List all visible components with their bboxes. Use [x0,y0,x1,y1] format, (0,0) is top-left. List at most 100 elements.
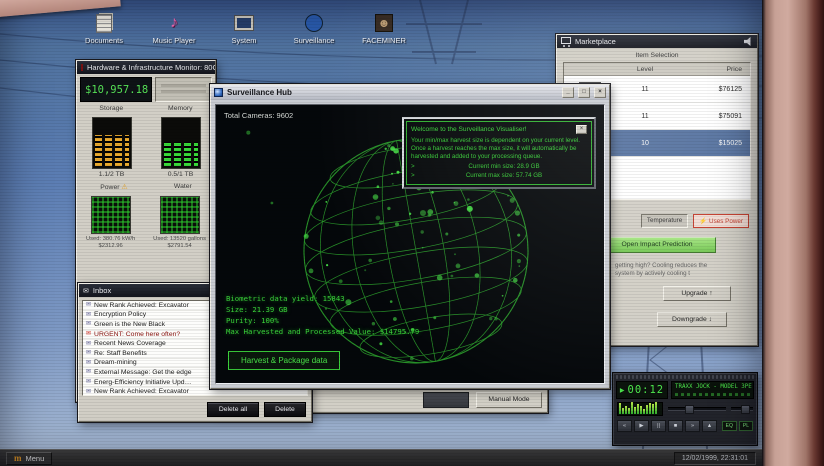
crt-monitor: Documents ♪ Music Player System Surveill… [0,0,824,466]
harvest-value: Max Harvested and Processed Value: $1479… [226,326,419,337]
desktop-icon-documents[interactable]: Documents [76,12,132,45]
water-cost: $2791.54 [168,243,192,249]
memory-value: 0.5/1 TB [161,171,201,178]
eject-button[interactable]: ▲ [702,420,717,432]
mail-icon: ✉ [86,341,91,347]
track-time-display: ▶ 00:12 [616,381,668,399]
icon-label: Music Player [146,36,202,45]
marketplace-title: Marketplace [575,37,740,46]
visualiser-welcome-popup: Welcome to the Surveillance Visualiser! … [402,117,596,189]
track-title-display: TRAXX JOCK - MODEL 3PE (3:4 [671,381,754,399]
open-impact-prediction-button[interactable]: Open Impact Prediction [598,237,716,253]
mail-icon: ✉ [86,389,91,395]
volume-slider[interactable] [668,407,726,411]
current-max-size-line: > Current max size: 57.74 GB [411,172,587,179]
current-min-size-line: > Current min size: 28.9 GB [411,163,587,170]
mail-icon: ✉ [86,379,91,385]
speaker-icon[interactable] [744,37,753,46]
bitrate-readout [675,393,750,396]
desktop-icon-surveillance[interactable]: Surveillance [286,12,342,45]
close-button[interactable]: × [594,87,606,98]
menu-button[interactable]: m Menu [6,452,52,465]
bolt-icon: ⚡ [699,217,707,225]
power-warning-icon: ⚠ [121,184,127,191]
harvest-stats-readout: Biometric data yield: 15843 Size: 21.39 … [226,293,419,337]
total-cameras-readout: Total Cameras: 9602 [224,111,293,120]
equalizer-toggle[interactable]: EQ [722,421,737,431]
biometric-yield: Biometric data yield: 15843 [226,293,419,304]
mail-icon: ✉ [86,321,91,327]
marketplace-titlebar[interactable]: Marketplace [557,35,757,48]
inbox-toolbar: Delete all Delete [79,399,311,420]
disabled-mode-button[interactable] [423,392,469,408]
cart-icon [561,37,571,44]
icon-label: Surveillance [286,36,342,45]
desktop-icon-row: Documents ♪ Music Player System Surveill… [76,12,412,45]
desktop-icon-system[interactable]: System [216,12,272,45]
player-titlebar[interactable] [616,375,754,379]
power-led-grid [91,196,131,234]
inbox-title: Inbox [93,286,111,295]
storage-value: 1.1/2 TB [92,171,132,178]
mail-icon: ✉ [86,312,91,318]
water-used: Used: 13520 gallons [153,236,206,242]
surveillance-window-icon [214,88,223,97]
mail-icon: ✉ [86,369,91,375]
play-button[interactable]: ▶ [634,420,649,432]
mail-icon: ✉ [86,350,91,356]
desktop-icon-music-player[interactable]: ♪ Music Player [146,12,202,45]
surveillance-title: Surveillance Hub [227,88,558,97]
temperature-badge: Temperature [641,214,688,228]
popup-title: Welcome to the Surveillance Visualiser! [411,126,576,133]
faceminer-logo: m [14,453,22,463]
item-selection-label: Item Selection [557,52,757,59]
balance-slider[interactable] [731,407,753,411]
surveillance-viewport: Total Cameras: 9602 Welcome to the Surve… [215,104,605,384]
power-cost: $2312.96 [99,243,123,249]
surveillance-globe-icon [305,14,323,32]
play-state-icon: ▶ [620,387,625,394]
envelope-icon: ✉ [83,287,89,295]
memory-gauge [161,117,201,169]
playlist-toggle[interactable]: PL [739,421,753,431]
upgrade-button[interactable]: Upgrade ↑ [663,286,731,301]
popup-close-button[interactable]: × [576,125,587,134]
harvest-purity: Purity: 100% [226,315,419,326]
level-column-header: Level [616,66,674,73]
music-player: ▶ 00:12 TRAXX JOCK - MODEL 3PE (3:4 « ▶ … [612,372,758,446]
storage-gauge [92,117,132,169]
hardware-monitor-titlebar[interactable]: Hardware & Infrastructure Monitor: 80GB [77,61,215,74]
delete-all-button[interactable]: Delete all [207,402,259,417]
stop-button[interactable]: ■ [668,420,683,432]
minimize-button[interactable]: _ [562,87,574,98]
desktop-screen: Documents ♪ Music Player System Surveill… [0,0,762,466]
mail-icon: ✉ [86,331,91,337]
monitor-bezel [762,0,824,466]
downgrade-button[interactable]: Downgrade ↓ [657,312,727,327]
faceminer-face-icon: ☻ [375,14,393,32]
balance-display: $10,957.18 [80,77,152,102]
manual-mode-button[interactable]: Manual Mode [476,392,542,408]
hardware-window-title: Hardware & Infrastructure Monitor: 80GB [87,63,215,72]
pause-button[interactable]: || [651,420,666,432]
memory-label: Memory [168,105,193,112]
next-track-button[interactable]: » [685,420,700,432]
spectrum-analyzer [617,402,663,416]
documents-icon [96,14,112,33]
mail-icon: ✉ [86,302,91,308]
uses-power-badge: ⚡ Uses Power [693,214,749,228]
harvest-size: Size: 21.39 GB [226,304,419,315]
popup-body-text: Your min/max harvest size is dependent o… [411,137,587,161]
item-description: getting high? Cooling reduces the system… [615,262,747,278]
power-used: Used: 380.76 kW/h [86,236,135,242]
desktop-icon-faceminer[interactable]: ☻ FACEMINER [356,12,412,45]
delete-button[interactable]: Delete [264,402,306,417]
icon-label: Documents [76,36,132,45]
previous-track-button[interactable]: « [617,420,632,432]
maximize-button[interactable]: □ [578,87,590,98]
surveillance-titlebar[interactable]: Surveillance Hub _ □ × [211,85,609,100]
harvest-package-button[interactable]: Harvest & Package data [228,351,340,370]
surveillance-hub-window: Surveillance Hub _ □ × [210,84,610,389]
taskbar: m Menu 12/02/1999, 22:31:01 [0,449,762,466]
power-label: Power [100,184,119,191]
